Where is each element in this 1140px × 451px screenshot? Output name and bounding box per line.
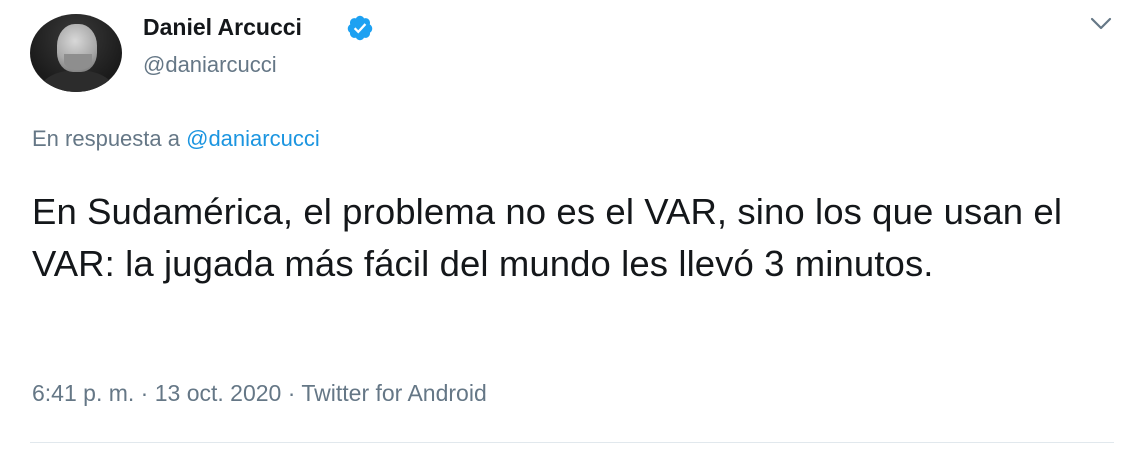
tweet-date-link[interactable]: 13 oct. 2020 — [155, 380, 282, 406]
reply-prefix: En respuesta a — [32, 126, 180, 151]
meta-separator: · — [140, 380, 155, 406]
display-name[interactable]: Daniel Arcucci — [143, 14, 302, 41]
reply-context: En respuesta a @daniarcucci — [32, 126, 320, 152]
avatar-beard — [64, 54, 92, 70]
verified-badge-icon — [347, 15, 373, 41]
tweet-card: Daniel Arcucci @daniarcucci En respuesta… — [0, 0, 1140, 451]
tweet-time-link[interactable]: 6:41 p. m. — [32, 380, 134, 406]
reply-mention-link[interactable]: @daniarcucci — [186, 126, 320, 151]
avatar[interactable] — [30, 14, 122, 92]
tweet-meta: 6:41 p. m. · 13 oct. 2020 · Twitter for … — [32, 380, 487, 407]
tweet-text: En Sudamérica, el problema no es el VAR,… — [32, 191, 1063, 284]
user-handle[interactable]: @daniarcucci — [143, 52, 277, 78]
divider — [30, 442, 1114, 443]
meta-separator: · — [287, 380, 302, 406]
avatar-shoulders — [40, 70, 114, 92]
chevron-down-icon — [1090, 17, 1112, 30]
tweet-menu-button[interactable] — [1087, 14, 1115, 34]
tweet-source-link[interactable]: Twitter for Android — [301, 380, 486, 406]
